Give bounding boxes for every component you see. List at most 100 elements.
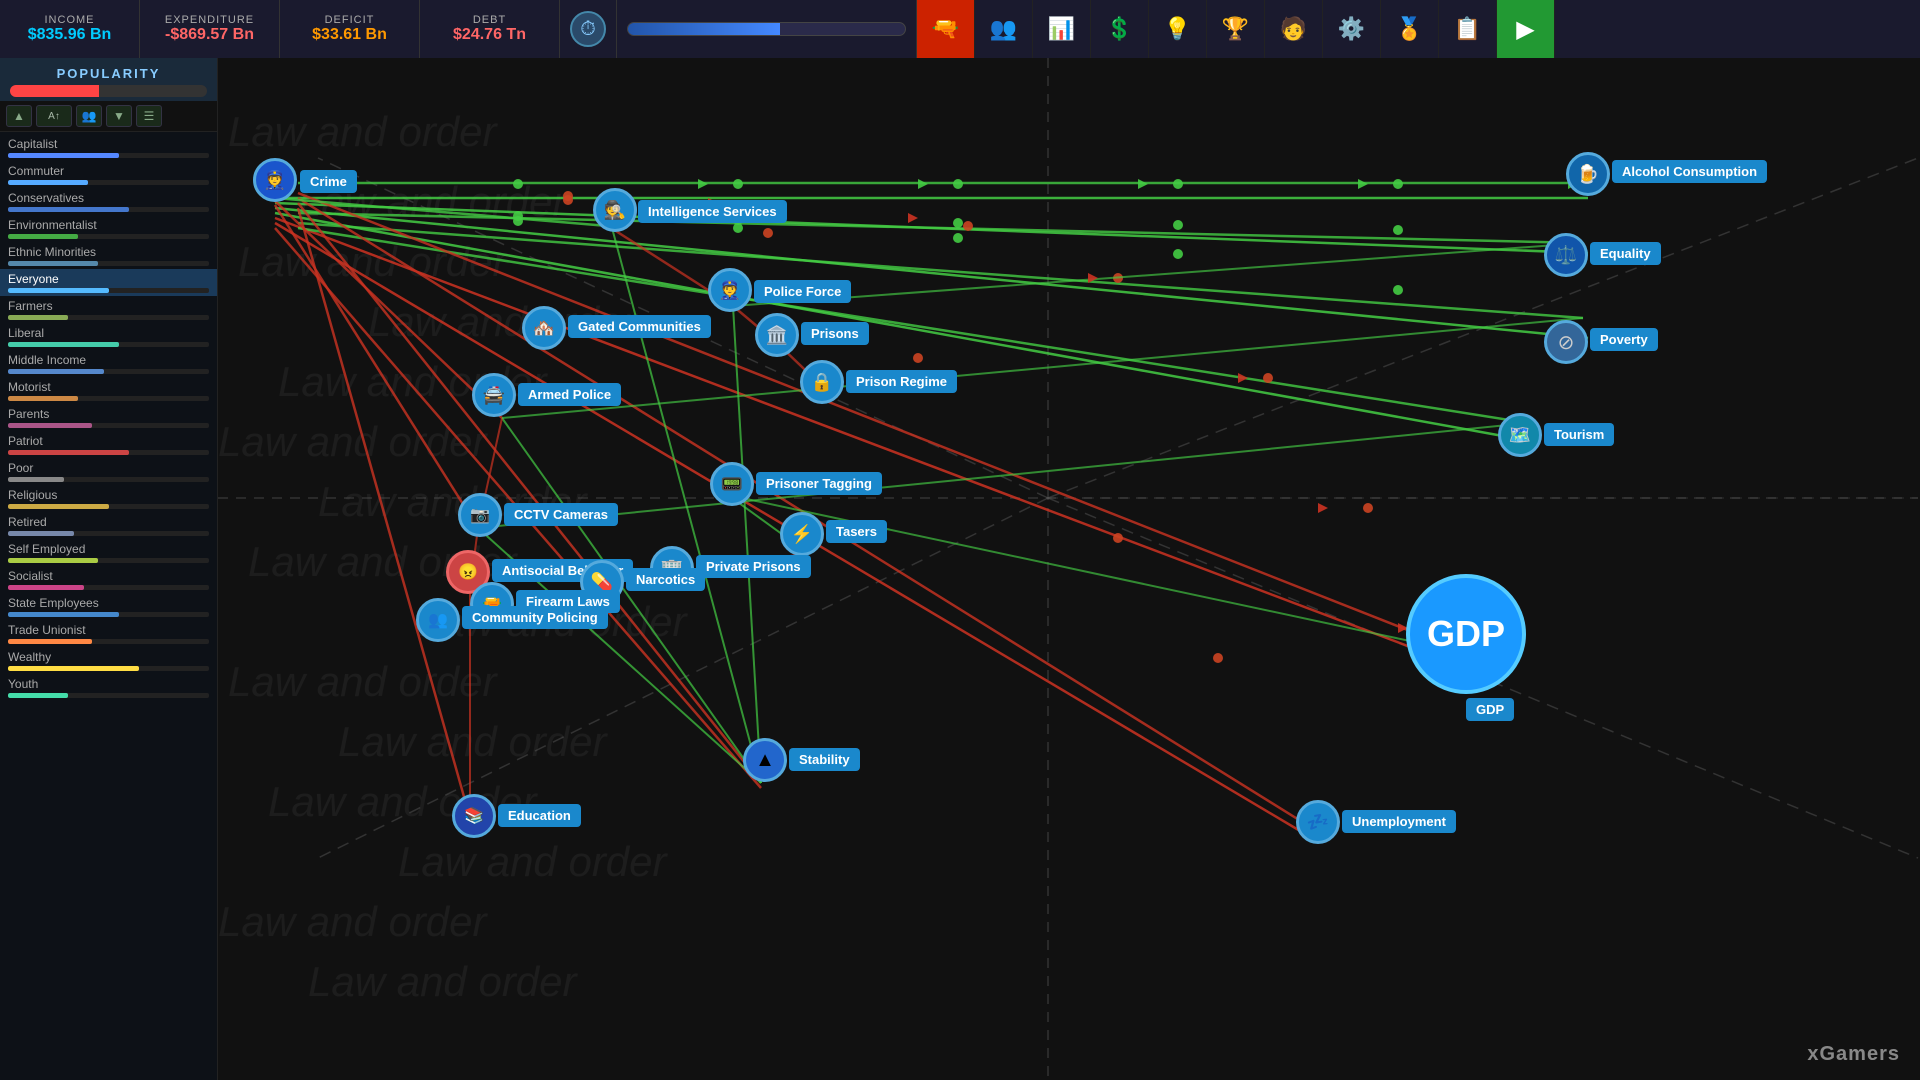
nav-btn-settings[interactable]: ⚙️ [1323, 0, 1381, 58]
voter-bar-track-20 [8, 693, 209, 698]
stability-label[interactable]: Stability [789, 748, 860, 771]
crime-icon[interactable]: 👮 [253, 158, 297, 202]
cctv-cameras-label[interactable]: CCTV Cameras [504, 503, 618, 526]
alcohol-consumption-label[interactable]: Alcohol Consumption [1612, 160, 1767, 183]
voter-bar-fill-10 [8, 423, 92, 428]
unemployment-label[interactable]: Unemployment [1342, 810, 1456, 833]
private-prisons-label[interactable]: Private Prisons [696, 555, 811, 578]
voter-item-retired[interactable]: Retired [0, 512, 217, 539]
sort-group-btn[interactable]: 👥 [76, 105, 102, 127]
prisoner-tagging-icon[interactable]: 📟 [710, 462, 754, 506]
voter-item-youth[interactable]: Youth [0, 674, 217, 701]
voter-item-farmers[interactable]: Farmers [0, 296, 217, 323]
debt-value: $24.76 Tn [453, 26, 526, 44]
voter-item-everyone[interactable]: Everyone [0, 269, 217, 296]
sort-desc-btn[interactable]: ▼ [106, 105, 132, 127]
voter-item-capitalist[interactable]: Capitalist [0, 134, 217, 161]
nav-btn-voters[interactable]: 👥 [975, 0, 1033, 58]
community-policing-label[interactable]: Community Policing [462, 606, 608, 629]
prisoner-tagging-label[interactable]: Prisoner Tagging [756, 472, 882, 495]
income-value: $835.96 Bn [28, 26, 112, 44]
voter-item-motorist[interactable]: Motorist [0, 377, 217, 404]
sidebar-extra-btn[interactable]: ☰ [136, 105, 162, 127]
voter-item-ethnic-minorities[interactable]: Ethnic Minorities [0, 242, 217, 269]
voter-item-trade-unionist[interactable]: Trade Unionist [0, 620, 217, 647]
voter-item-environmentalist[interactable]: Environmentalist [0, 215, 217, 242]
prisons-icon[interactable]: 🏛️ [755, 313, 799, 357]
unemployment-icon[interactable]: 💤 [1296, 800, 1340, 844]
education-icon[interactable]: 📚 [452, 794, 496, 838]
gdp-big-icon[interactable]: GDP [1406, 574, 1526, 694]
voter-bar-track-14 [8, 531, 209, 536]
poverty-label[interactable]: Poverty [1590, 328, 1658, 351]
tourism-label[interactable]: Tourism [1544, 423, 1614, 446]
nav-btn-budget[interactable]: 💲 [1091, 0, 1149, 58]
education-label[interactable]: Education [498, 804, 581, 827]
crime-label[interactable]: Crime [300, 170, 357, 193]
poverty-icon[interactable]: ⊘ [1544, 320, 1588, 364]
prisons-label[interactable]: Prisons [801, 322, 869, 345]
police-force-label[interactable]: Police Force [754, 280, 851, 303]
tasers-label[interactable]: Tasers [826, 520, 887, 543]
voter-item-self-employed[interactable]: Self Employed [0, 539, 217, 566]
timer-icon[interactable]: ⏱ [570, 11, 606, 47]
voter-item-patriot[interactable]: Patriot [0, 431, 217, 458]
sort-asc-btn[interactable]: ▲ [6, 105, 32, 127]
voter-bar-fill-9 [8, 396, 78, 401]
nav-btn-stats[interactable]: 📊 [1033, 0, 1091, 58]
nav-btn-ideas[interactable]: 💡 [1149, 0, 1207, 58]
stability-icon[interactable]: ▲ [743, 738, 787, 782]
equality-icon[interactable]: ⚖️ [1544, 233, 1588, 277]
narcotics-label[interactable]: Narcotics [626, 568, 705, 591]
tourism-icon[interactable]: 🗺️ [1498, 413, 1542, 457]
tasers-icon[interactable]: ⚡ [780, 512, 824, 556]
voter-item-liberal[interactable]: Liberal [0, 323, 217, 350]
voter-bar-fill-16 [8, 585, 84, 590]
voter-label-12: Poor [8, 461, 209, 475]
voter-item-poor[interactable]: Poor [0, 458, 217, 485]
intelligence-label[interactable]: Intelligence Services [638, 200, 787, 223]
police-force-icon[interactable]: 👮 [708, 268, 752, 312]
nav-btn-policy[interactable]: 🔫 [917, 0, 975, 58]
voter-item-conservatives[interactable]: Conservatives [0, 188, 217, 215]
voter-bar-track-3 [8, 234, 209, 239]
voter-bar-track-1 [8, 180, 209, 185]
voter-item-parents[interactable]: Parents [0, 404, 217, 431]
voter-label-19: Wealthy [8, 650, 209, 664]
gdp-label[interactable]: GDP [1466, 698, 1514, 721]
voter-bar-track-0 [8, 153, 209, 158]
alcohol-consumption-icon[interactable]: 🍺 [1566, 152, 1610, 196]
voter-item-religious[interactable]: Religious [0, 485, 217, 512]
cctv-cameras-icon[interactable]: 📷 [458, 493, 502, 537]
progress-bar-container [617, 0, 917, 58]
armed-police-label[interactable]: Armed Police [518, 383, 621, 406]
prison-regime-label[interactable]: Prison Regime [846, 370, 957, 393]
timer-block[interactable]: ⏱ [560, 0, 617, 58]
prison-regime-icon[interactable]: 🔒 [800, 360, 844, 404]
gated-communities-icon[interactable]: 🏘️ [522, 306, 566, 350]
main-area: Law and order Law and order Law and orde… [218, 58, 1920, 1080]
voter-item-commuter[interactable]: Commuter [0, 161, 217, 188]
sidebar: POPULARITY ▲ A↑ 👥 ▼ ☰ CapitalistCommuter… [0, 58, 218, 1080]
nav-btn-play[interactable]: ▶ [1497, 0, 1555, 58]
nav-btn-log[interactable]: 📋 [1439, 0, 1497, 58]
sort-alpha-btn[interactable]: A↑ [36, 105, 72, 127]
voter-bar-track-10 [8, 423, 209, 428]
community-policing-icon[interactable]: 👥 [416, 598, 460, 642]
voter-bar-fill-14 [8, 531, 74, 536]
voter-label-18: Trade Unionist [8, 623, 209, 637]
voter-item-wealthy[interactable]: Wealthy [0, 647, 217, 674]
voter-bar-fill-4 [8, 261, 98, 266]
armed-police-icon[interactable]: 🚔 [472, 373, 516, 417]
nav-btn-people[interactable]: 🧑 [1265, 0, 1323, 58]
voter-bar-fill-13 [8, 504, 109, 509]
intelligence-icon[interactable]: 🕵️ [593, 188, 637, 232]
nav-btn-achievements[interactable]: 🏅 [1381, 0, 1439, 58]
voter-item-state-employees[interactable]: State Employees [0, 593, 217, 620]
voter-item-middle-income[interactable]: Middle Income [0, 350, 217, 377]
voter-item-socialist[interactable]: Socialist [0, 566, 217, 593]
voter-label-13: Religious [8, 488, 209, 502]
gated-communities-label[interactable]: Gated Communities [568, 315, 711, 338]
nav-btn-goals[interactable]: 🏆 [1207, 0, 1265, 58]
equality-label[interactable]: Equality [1590, 242, 1661, 265]
